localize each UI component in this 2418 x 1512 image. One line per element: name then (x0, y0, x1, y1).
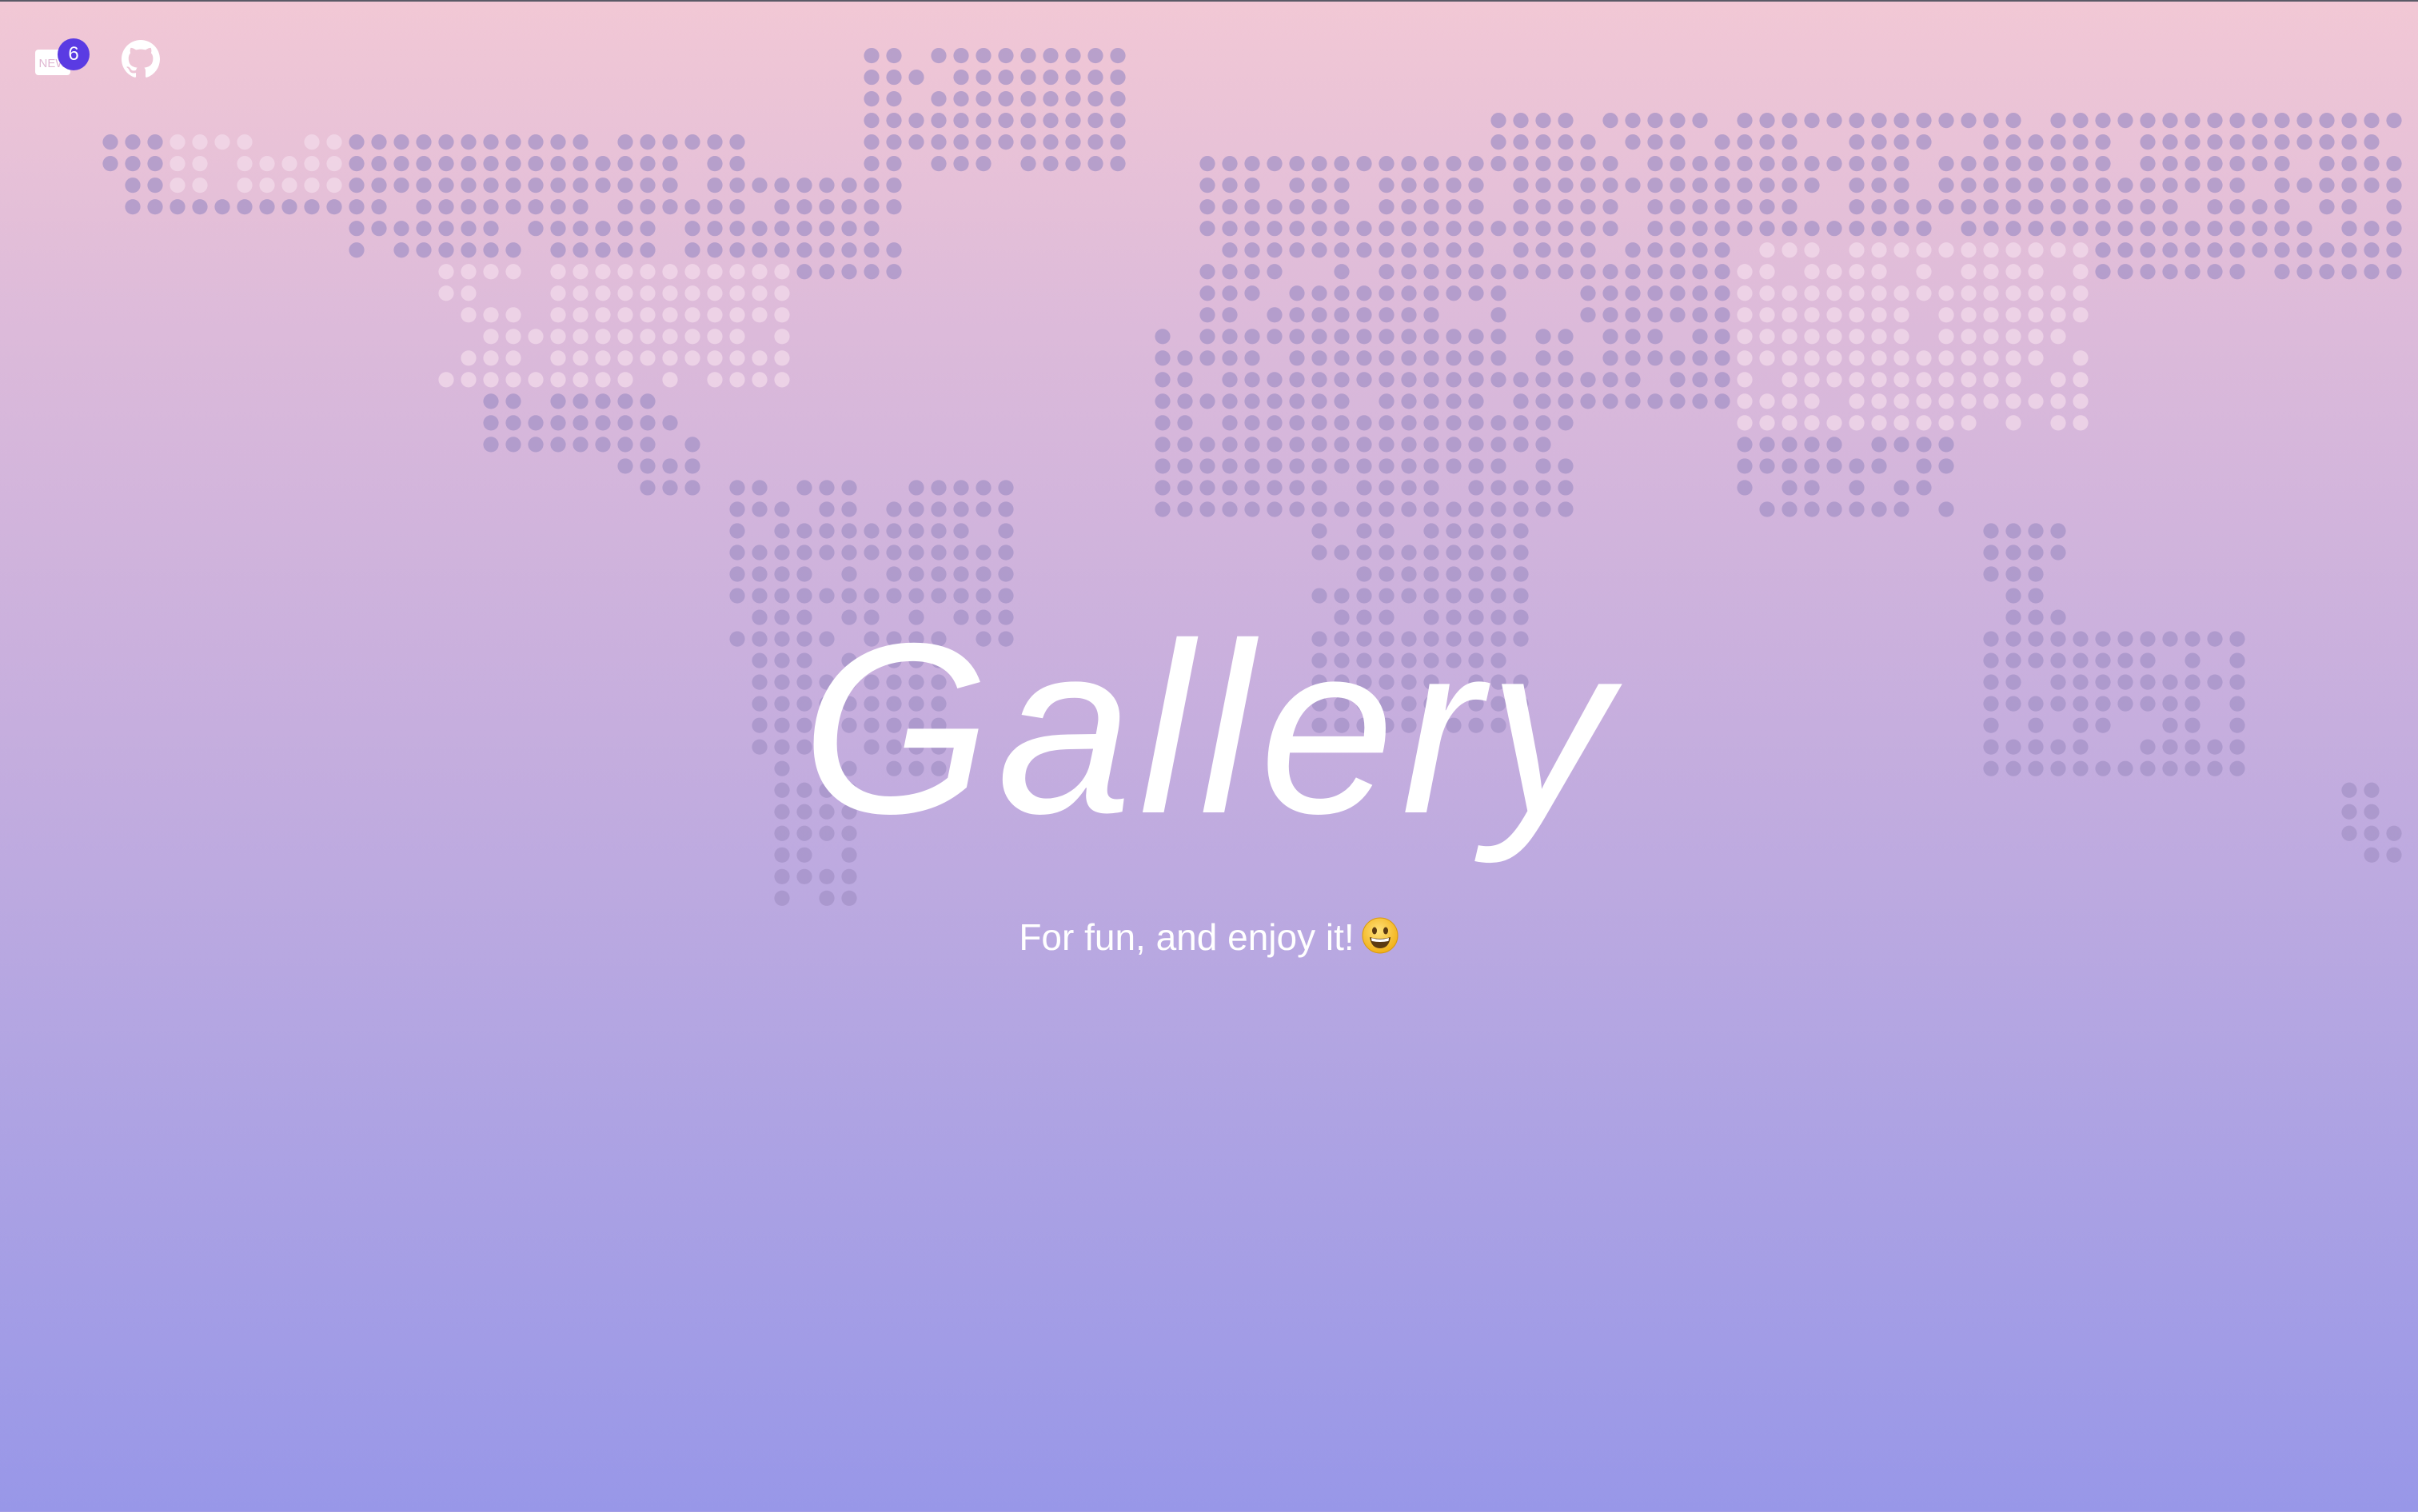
page-title: Gallery (801, 593, 1617, 864)
news-button[interactable]: NEW 6 (35, 38, 90, 75)
github-icon (122, 40, 160, 78)
page-subtitle: For fun, and enjoy it! (0, 913, 2418, 961)
github-link[interactable] (122, 40, 160, 78)
subtitle-text: For fun, and enjoy it! (1019, 916, 1355, 958)
news-count-badge: 6 (58, 38, 90, 70)
top-bar: NEW 6 (35, 30, 160, 78)
grinning-face-emoji-icon (1362, 917, 1399, 954)
world-map-highlight-dots (170, 134, 2089, 431)
